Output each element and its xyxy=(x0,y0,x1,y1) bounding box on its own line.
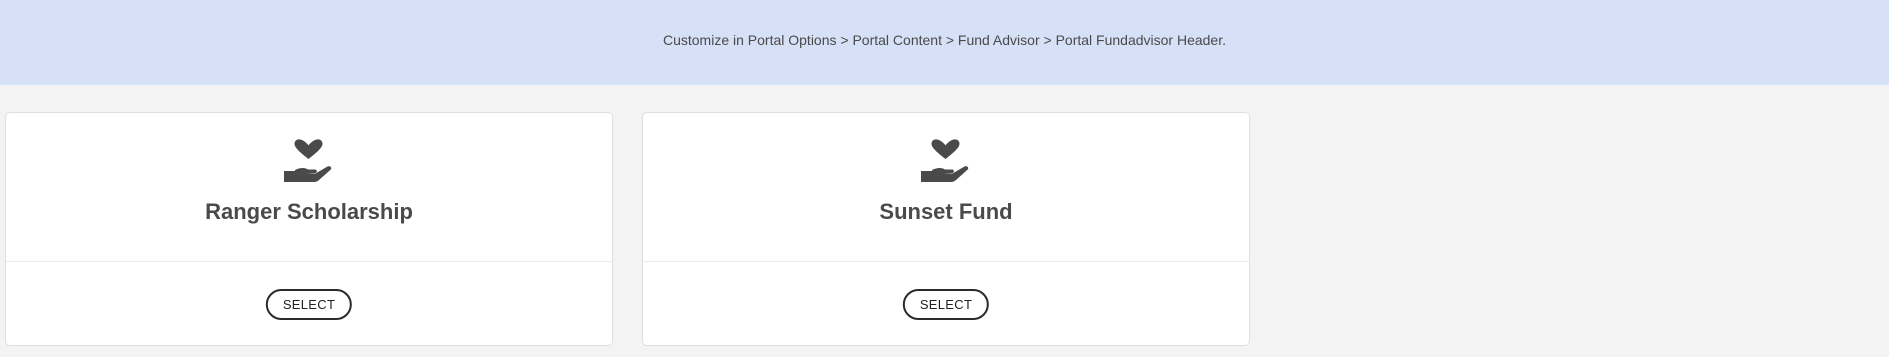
fund-card-footer: SELECT xyxy=(643,262,1249,347)
portal-header-banner: Customize in Portal Options > Portal Con… xyxy=(0,0,1889,85)
fund-card-header: Sunset Fund xyxy=(643,113,1249,262)
fund-card-footer: SELECT xyxy=(6,262,612,347)
fund-card: Ranger Scholarship SELECT xyxy=(5,112,613,346)
fund-card: Sunset Fund SELECT xyxy=(642,112,1250,346)
select-button[interactable]: SELECT xyxy=(902,289,990,320)
hand-holding-heart-icon xyxy=(284,139,332,182)
hand-holding-heart-icon xyxy=(921,139,969,182)
fund-title: Sunset Fund xyxy=(879,199,1013,224)
header-text: Customize in Portal Options > Portal Con… xyxy=(662,31,1226,48)
fund-title: Ranger Scholarship xyxy=(205,199,413,224)
select-button[interactable]: SELECT xyxy=(265,289,353,320)
fund-card-header: Ranger Scholarship xyxy=(6,113,612,262)
